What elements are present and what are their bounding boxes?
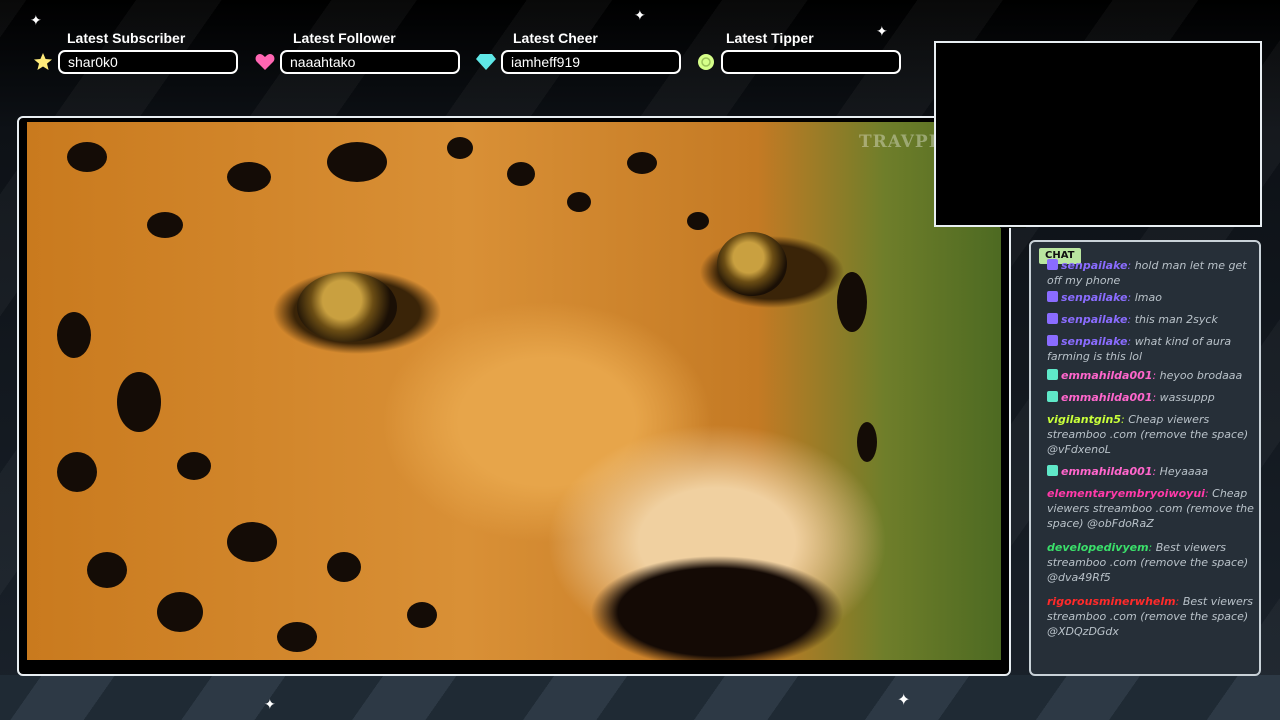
video-frame: TRAVPEDIA: [17, 116, 1011, 676]
chat-username[interactable]: emmahilda001: [1061, 465, 1152, 478]
stat-value: [721, 50, 901, 74]
chat-username[interactable]: rigorousminerwhelm: [1047, 595, 1176, 608]
chat-text: my bo: [1135, 240, 1169, 242]
chat-username[interactable]: elementaryembryoiwoyui: [1047, 487, 1205, 500]
chat-badge-icon: [1047, 259, 1058, 270]
leopard-spot: [87, 552, 127, 588]
gem-icon: [476, 52, 496, 72]
bottom-band: [0, 675, 1280, 720]
chat-badge-icon: [1047, 291, 1058, 302]
chat-username[interactable]: senpailake: [1061, 291, 1127, 304]
leopard-spot: [67, 142, 107, 172]
chat-badge-icon: [1047, 391, 1058, 402]
coin-icon: [696, 52, 716, 72]
chat-username[interactable]: emmahilda001: [1061, 391, 1152, 404]
video-player[interactable]: TRAVPEDIA: [27, 122, 1001, 660]
stat-label: Latest Follower: [293, 30, 396, 46]
chat-message: rigorousminerwhelm: Best viewers streamb…: [1047, 594, 1259, 639]
chat-username[interactable]: emmahilda001: [1061, 369, 1152, 382]
leopard-spot: [627, 152, 657, 174]
left-eye: [297, 272, 397, 342]
chat-username[interactable]: senpailake: [1061, 335, 1127, 348]
chat-message: senpailake: this man 2syck: [1047, 312, 1259, 327]
chat-username[interactable]: developedivyem: [1047, 541, 1149, 554]
leopard-spot: [227, 162, 271, 192]
chat-text: lmao: [1134, 291, 1162, 304]
leopard-spot: [687, 212, 709, 230]
chat-separator: :: [1127, 313, 1135, 326]
chat-message: senpailake: what kind of aura farming is…: [1047, 334, 1259, 364]
chat-message: senpailake: lmao: [1047, 290, 1259, 305]
leopard-spot: [117, 372, 161, 432]
chat-separator: :: [1152, 369, 1160, 382]
chat-message: elementaryembryoiwoyui: Cheap viewers st…: [1047, 486, 1259, 531]
leopard-spot: [57, 452, 97, 492]
chat-message: emmahilda001: Heyaaaa: [1047, 464, 1259, 479]
chat-separator: :: [1152, 465, 1160, 478]
chat-separator: :: [1175, 595, 1183, 608]
leopard-spot: [327, 552, 361, 582]
chat-text: Heyaaaa: [1159, 465, 1209, 478]
stat-value: naaahtako: [280, 50, 460, 74]
chat-message: vigilantgin5: Cheap viewers streamboo .c…: [1047, 412, 1259, 457]
chat-panel: CHAT senpailake: my bosenpailake: hold m…: [1029, 240, 1261, 676]
chat-separator: :: [1127, 240, 1134, 242]
chat-message: developedivyem: Best viewers streamboo .…: [1047, 540, 1259, 585]
sparkle-icon: ✦: [264, 697, 276, 713]
leopard-spot: [837, 272, 867, 332]
leopard-spot: [227, 522, 277, 562]
webcam-frame: [934, 41, 1262, 227]
stat-label: Latest Subscriber: [67, 30, 186, 46]
chat-separator: :: [1127, 335, 1135, 348]
chat-separator: :: [1148, 541, 1156, 554]
chat-message: senpailake: my bo: [1047, 240, 1259, 243]
leopard-spot: [857, 422, 877, 462]
chat-message: emmahilda001: wassuppp: [1047, 390, 1259, 405]
chat-badge-icon: [1047, 465, 1058, 476]
chat-separator: :: [1127, 291, 1135, 304]
chat-text: wassuppp: [1159, 391, 1215, 404]
stat-label: Latest Tipper: [726, 30, 814, 46]
chat-text: heyoo brodaaa: [1159, 369, 1243, 382]
chat-badge-icon: [1047, 335, 1058, 346]
leopard-spot: [57, 312, 91, 358]
chat-separator: :: [1152, 391, 1160, 404]
chat-badge-icon: [1047, 369, 1058, 380]
chat-username[interactable]: vigilantgin5: [1047, 413, 1121, 426]
leopard-spot: [277, 622, 317, 652]
leopard-spot: [567, 192, 591, 212]
chat-message: senpailake: hold man let me get off my p…: [1047, 258, 1259, 288]
right-eye: [717, 232, 787, 296]
chat-separator: :: [1127, 259, 1135, 272]
leopard-spot: [407, 602, 437, 628]
chat-badge-icon: [1047, 313, 1058, 324]
leopard-spot: [147, 212, 183, 238]
leopard-spot: [157, 592, 203, 632]
heart-icon: [255, 52, 275, 72]
stat-value: iamheff919: [501, 50, 681, 74]
chat-message: emmahilda001: heyoo brodaaa: [1047, 368, 1259, 383]
sparkle-icon: ✦: [876, 24, 888, 40]
chat-username[interactable]: senpailake: [1061, 240, 1127, 242]
stat-value: shar0k0: [58, 50, 238, 74]
leopard-spot: [177, 452, 211, 480]
leopard-spot: [507, 162, 535, 186]
chat-username[interactable]: senpailake: [1061, 313, 1127, 326]
chat-text: this man 2syck: [1134, 313, 1218, 326]
sparkle-icon: ✦: [897, 690, 911, 709]
leopard-spot: [447, 137, 473, 159]
leopard-spot: [327, 142, 387, 182]
chat-username[interactable]: senpailake: [1061, 259, 1127, 272]
sparkle-icon: ✦: [30, 13, 42, 29]
stat-label: Latest Cheer: [513, 30, 598, 46]
sparkle-icon: ✦: [634, 8, 646, 24]
star-icon: [33, 52, 53, 72]
